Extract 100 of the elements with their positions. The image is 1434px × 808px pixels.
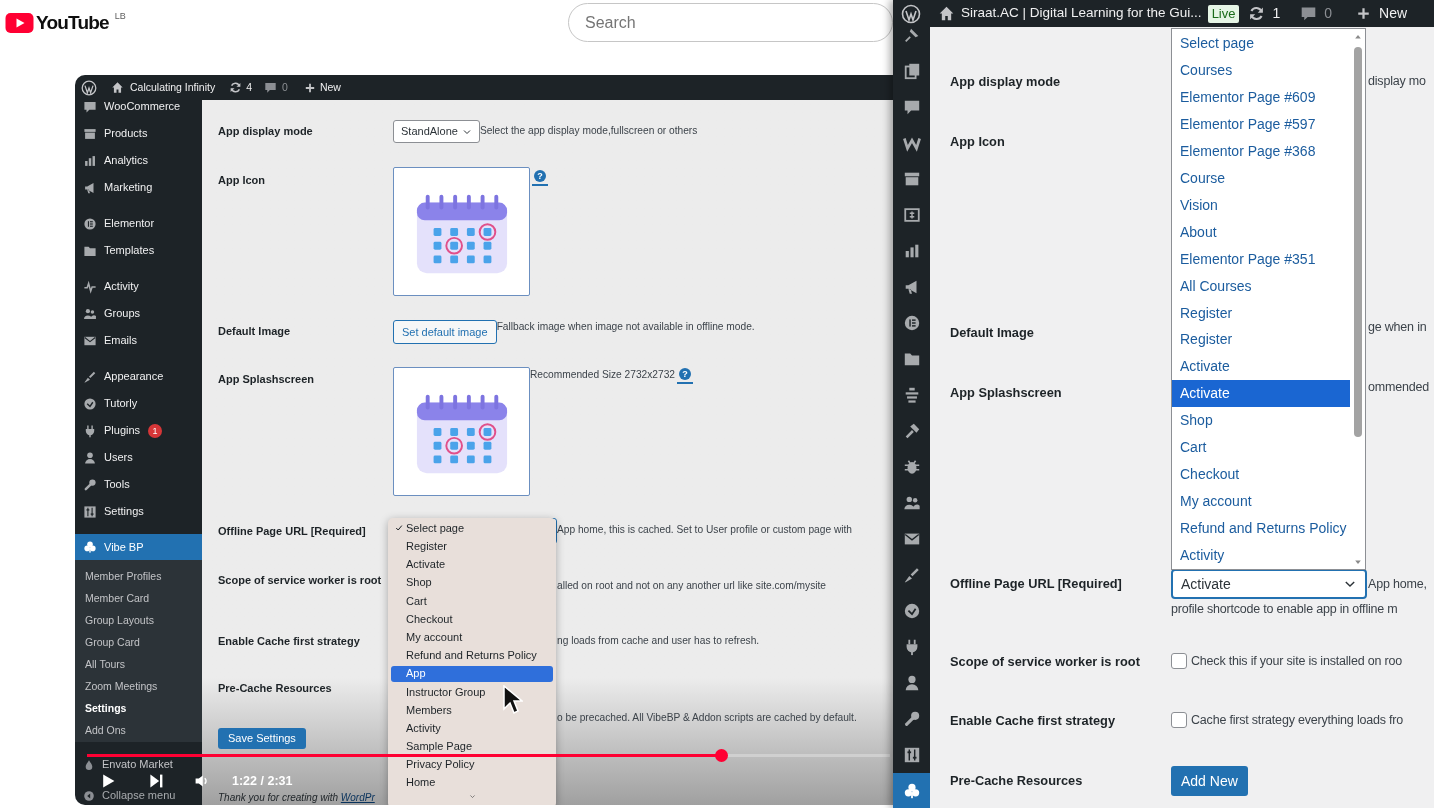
new-link[interactable]: New <box>1379 3 1408 24</box>
plus-icon[interactable] <box>303 81 316 94</box>
submenu-item[interactable]: Group Card <box>75 632 202 654</box>
logo-icon[interactable] <box>5 13 34 33</box>
add-new-button[interactable]: Add New <box>1171 766 1248 796</box>
submenu-item[interactable]: Member Profiles <box>75 566 202 588</box>
dropdown-option[interactable]: Home <box>391 775 553 790</box>
dropdown-option[interactable]: Cart <box>1172 434 1350 462</box>
sidebar-item[interactable]: Envato Market <box>75 758 202 771</box>
update-count[interactable]: 1 <box>1272 3 1281 24</box>
comment-count[interactable]: 0 <box>1324 3 1333 24</box>
set-image-button[interactable]: Set default image <box>393 320 497 344</box>
dropdown-option[interactable]: Select page <box>391 521 553 536</box>
dropdown-option[interactable]: Elementor Page #597 <box>1172 110 1350 138</box>
help-link[interactable]: ? <box>677 368 693 384</box>
sidebar-item[interactable]: Tutorly <box>75 390 202 417</box>
dropdown-option[interactable]: Instructor Group <box>391 684 553 699</box>
dropdown-option[interactable]: Privacy Policy <box>391 757 553 772</box>
dropdown-option[interactable]: Register <box>391 539 553 554</box>
dropdown-option[interactable]: Activate <box>1172 353 1350 381</box>
dropdown-option[interactable]: Elementor Page #351 <box>1172 245 1350 273</box>
dropdown-option[interactable]: About <box>1172 218 1350 246</box>
site-name-link[interactable]: Siraat.AC | Digital Learning for the Gui... <box>961 3 1202 24</box>
logo-icon[interactable] <box>81 79 97 96</box>
refresh-icon[interactable] <box>1248 5 1266 22</box>
dropdown-option[interactable]: My account <box>391 630 553 645</box>
dropdown-option[interactable]: Register <box>1172 326 1350 354</box>
dropdown-option[interactable]: Members <box>391 702 553 717</box>
sidebar-item[interactable]: Elementor <box>75 210 202 237</box>
scroll-up-icon[interactable] <box>1352 33 1363 41</box>
submenu-item[interactable]: Zoom Meetings <box>75 676 202 698</box>
comment-icon[interactable] <box>1300 5 1318 22</box>
sidebar-item[interactable]: Collapse menu <box>75 789 202 802</box>
scrollbar-thumb[interactable] <box>1353 47 1362 437</box>
sidebar-item[interactable]: Emails <box>75 327 202 354</box>
sidebar-item[interactable]: Groups <box>75 300 202 327</box>
dropdown-option[interactable]: Register <box>1172 299 1350 327</box>
dropdown-option[interactable]: Checkout <box>391 612 553 627</box>
dropdown-option[interactable]: Shop <box>391 575 553 590</box>
dropdown-option[interactable]: Courses <box>1172 56 1350 84</box>
submenu-item[interactable]: Settings <box>75 698 202 720</box>
sidebar-item[interactable]: Plugins 1 <box>75 417 202 444</box>
dropdown-option[interactable]: Activity <box>1172 542 1350 570</box>
help-icon[interactable]: ? <box>679 368 691 380</box>
footer-link[interactable]: WordPr <box>340 792 375 803</box>
sidebar-item[interactable]: Tools <box>75 471 202 498</box>
dropdown-option[interactable]: Cart <box>391 593 553 608</box>
checkbox[interactable] <box>1171 653 1187 669</box>
play-icon[interactable] <box>100 773 116 790</box>
menu-item[interactable] <box>893 773 930 808</box>
refresh-icon[interactable] <box>229 81 243 94</box>
progress-track[interactable] <box>87 754 890 757</box>
submenu-item[interactable]: Group Layouts <box>75 610 202 632</box>
comment-count[interactable]: 0 <box>282 79 288 96</box>
scroll-down-icon[interactable] <box>1352 558 1363 566</box>
search-field[interactable]: Search <box>568 3 893 42</box>
select-field[interactable]: Activate <box>1171 569 1367 599</box>
help-icon[interactable]: ? <box>534 170 546 182</box>
help-link[interactable]: ? <box>532 170 548 186</box>
image-preview[interactable] <box>393 367 530 496</box>
sidebar-item[interactable]: Marketing <box>75 174 202 201</box>
new-link[interactable]: New <box>319 79 341 96</box>
sidebar-item[interactable]: Users <box>75 444 202 471</box>
dropdown-option[interactable]: Refund and Returns Policy <box>391 648 553 663</box>
submenu-item[interactable]: Add Ons <box>75 720 202 742</box>
sidebar-item[interactable]: Vibe BP <box>75 534 202 560</box>
sidebar-item[interactable]: Activity <box>75 273 202 300</box>
dropdown-option[interactable]: Select page <box>1172 30 1350 57</box>
update-count[interactable]: 4 <box>246 79 253 96</box>
dropdown-option[interactable]: Shop <box>1172 407 1350 435</box>
logo-icon[interactable] <box>901 3 921 24</box>
dropdown-option[interactable]: Course <box>1172 164 1350 192</box>
logo-text[interactable]: YouTube <box>36 11 109 35</box>
sidebar-item[interactable]: Analytics <box>75 147 202 174</box>
dropdown-option[interactable]: Elementor Page #609 <box>1172 83 1350 111</box>
dropdown-option[interactable]: My account <box>1172 488 1350 516</box>
dropdown-option[interactable]: App <box>391 665 553 682</box>
plus-icon[interactable] <box>1356 6 1372 21</box>
dropdown-option[interactable]: Activate <box>391 557 553 572</box>
select-field[interactable]: StandAlone <box>393 120 480 143</box>
sidebar-item[interactable]: Templates <box>75 237 202 264</box>
dropdown-option[interactable]: Activity <box>391 721 553 736</box>
dropdown-option[interactable]: All Courses <box>1172 272 1350 300</box>
dropdown-option[interactable]: Elementor Page #368 <box>1172 137 1350 165</box>
dropdown-option[interactable]: Activate <box>1172 380 1350 408</box>
dropdown-option[interactable]: Vision <box>1172 191 1350 219</box>
checkbox[interactable] <box>1171 712 1187 728</box>
home-icon[interactable] <box>938 5 955 22</box>
sidebar-item[interactable]: WooCommerce <box>75 100 202 120</box>
save-settings-button[interactable]: Save Settings <box>218 728 306 749</box>
site-name-link[interactable]: Calculating Infinity <box>130 79 216 96</box>
image-preview[interactable] <box>393 167 530 296</box>
sidebar-item[interactable]: Settings <box>75 498 202 525</box>
dropdown-option[interactable]: Refund and Returns Policy <box>1172 515 1350 543</box>
dropdown-option[interactable]: Sample Page <box>391 739 553 754</box>
comment-icon[interactable] <box>264 81 278 94</box>
submenu-item[interactable]: All Tours <box>75 654 202 676</box>
sidebar-item[interactable]: Appearance <box>75 363 202 390</box>
sidebar-item[interactable]: Products <box>75 120 202 147</box>
home-icon[interactable] <box>111 81 124 94</box>
